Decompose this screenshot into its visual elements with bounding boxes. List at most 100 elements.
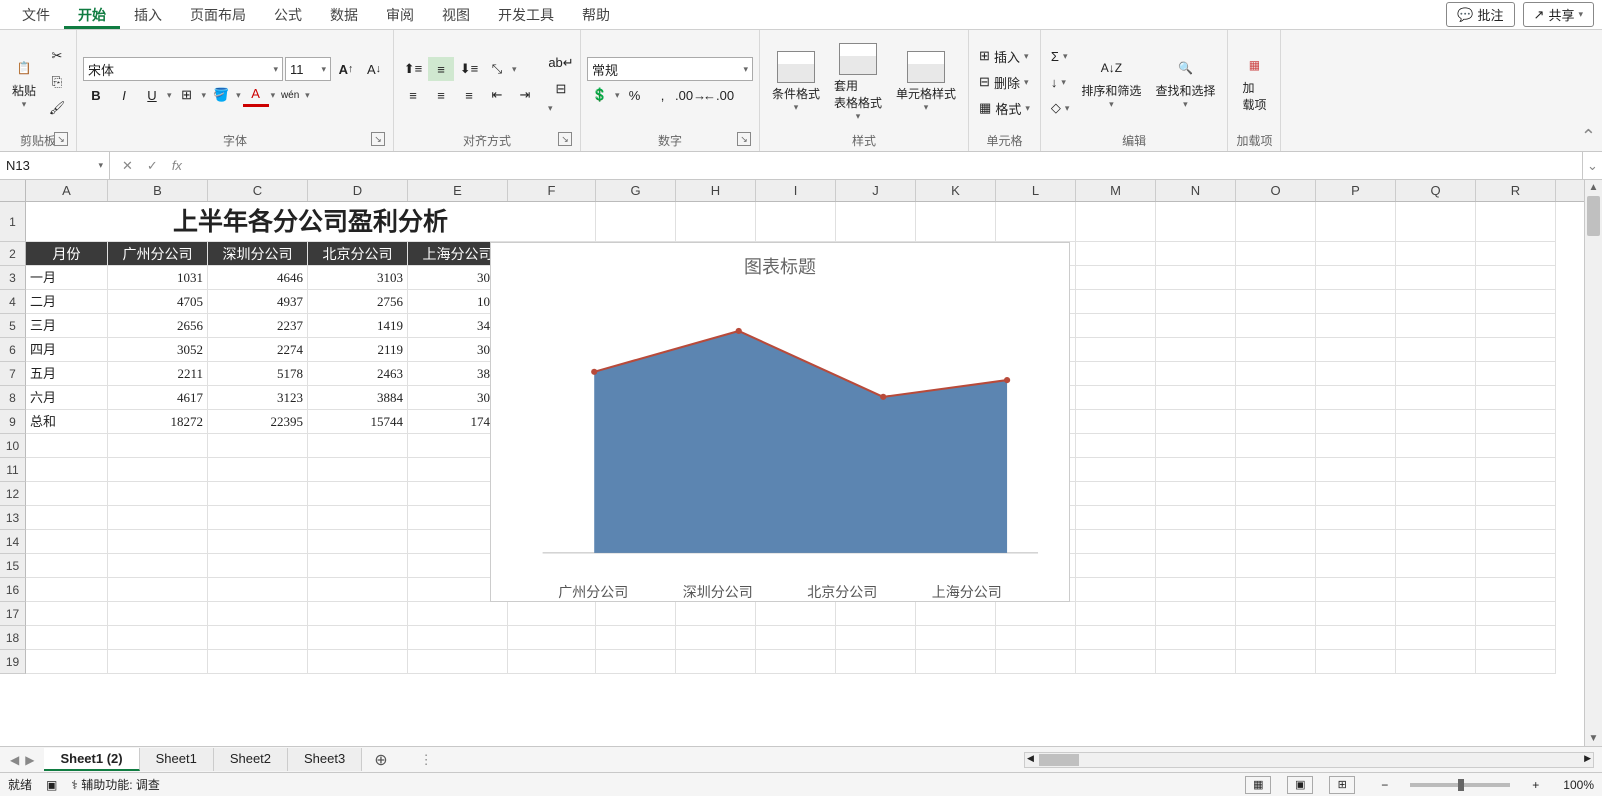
cell[interactable] xyxy=(1396,602,1476,626)
worksheet-grid[interactable]: A B C D E F G H I J K L M N O P Q R 1上半年… xyxy=(0,180,1584,746)
border-button[interactable]: ⊞ xyxy=(174,83,200,107)
cell[interactable] xyxy=(756,202,836,242)
cell[interactable] xyxy=(1156,626,1236,650)
orientation-button[interactable]: ⤡ xyxy=(484,57,510,81)
cell[interactable] xyxy=(208,578,308,602)
cell[interactable]: 六月 xyxy=(26,386,108,410)
row-header[interactable]: 1 xyxy=(0,202,26,242)
cell[interactable] xyxy=(1316,362,1396,386)
cell[interactable] xyxy=(1396,578,1476,602)
cell[interactable] xyxy=(1156,578,1236,602)
cell[interactable] xyxy=(1156,602,1236,626)
cell[interactable] xyxy=(1076,434,1156,458)
font-size-select[interactable]: 11▾ xyxy=(285,57,331,81)
cell[interactable] xyxy=(1236,290,1316,314)
cell[interactable] xyxy=(508,602,596,626)
cell[interactable]: 2237 xyxy=(208,314,308,338)
cell[interactable] xyxy=(308,554,408,578)
cell[interactable] xyxy=(1236,578,1316,602)
horizontal-scrollbar[interactable]: ◀ ▶ xyxy=(1024,752,1594,768)
cell[interactable] xyxy=(1476,554,1556,578)
cell[interactable] xyxy=(1236,338,1316,362)
font-name-select[interactable]: 宋体▾ xyxy=(83,57,283,81)
cell[interactable] xyxy=(1076,506,1156,530)
cell[interactable] xyxy=(1316,202,1396,242)
fill-color-button[interactable]: 🪣 xyxy=(208,83,234,107)
accounting-button[interactable]: 💲 xyxy=(587,83,613,107)
col-header[interactable]: F xyxy=(508,180,596,201)
decrease-indent-button[interactable]: ⇤ xyxy=(484,83,510,107)
new-sheet-button[interactable]: ⊕ xyxy=(362,750,399,770)
cell[interactable] xyxy=(596,626,676,650)
header-cell[interactable]: 深圳分公司 xyxy=(208,242,308,266)
cell[interactable] xyxy=(1476,602,1556,626)
col-header[interactable]: G xyxy=(596,180,676,201)
cell[interactable] xyxy=(1236,482,1316,506)
sheet-tab[interactable]: Sheet2 xyxy=(214,748,288,771)
cell[interactable] xyxy=(208,482,308,506)
cell[interactable] xyxy=(308,458,408,482)
row-header[interactable]: 12 xyxy=(0,482,26,506)
cell[interactable] xyxy=(1076,314,1156,338)
row-header[interactable]: 11 xyxy=(0,458,26,482)
cell[interactable] xyxy=(676,202,756,242)
cell[interactable] xyxy=(596,602,676,626)
col-header[interactable]: I xyxy=(756,180,836,201)
row-header[interactable]: 18 xyxy=(0,626,26,650)
cell[interactable] xyxy=(26,650,108,674)
cell[interactable] xyxy=(1476,434,1556,458)
prev-sheet-button[interactable]: ◀ xyxy=(10,753,19,767)
name-box[interactable]: N13▾ xyxy=(0,152,110,179)
vertical-scrollbar[interactable]: ▲ ▼ xyxy=(1584,180,1602,746)
cell[interactable] xyxy=(108,578,208,602)
cell[interactable] xyxy=(836,202,916,242)
cell[interactable] xyxy=(756,650,836,674)
cell[interactable]: 2274 xyxy=(208,338,308,362)
cell[interactable] xyxy=(1156,386,1236,410)
macro-record-icon[interactable]: ▣ xyxy=(46,778,57,792)
accessibility-status[interactable]: ⚕ 辅助功能: 调查 xyxy=(71,776,160,793)
cell[interactable] xyxy=(1156,338,1236,362)
align-launcher[interactable]: ↘ xyxy=(558,132,572,146)
cell[interactable] xyxy=(996,602,1076,626)
cell[interactable] xyxy=(1236,362,1316,386)
comma-button[interactable]: , xyxy=(650,83,676,107)
cell[interactable] xyxy=(26,458,108,482)
cell[interactable] xyxy=(1236,506,1316,530)
cell[interactable] xyxy=(308,506,408,530)
tab-insert[interactable]: 插入 xyxy=(120,1,176,29)
normal-view-button[interactable]: ▦ xyxy=(1245,776,1271,794)
cell[interactable] xyxy=(1476,506,1556,530)
clear-button[interactable]: ◇ ▾ xyxy=(1047,96,1074,120)
cell[interactable]: 二月 xyxy=(26,290,108,314)
cell[interactable] xyxy=(1396,386,1476,410)
cell[interactable] xyxy=(108,650,208,674)
cell[interactable] xyxy=(1156,530,1236,554)
cell[interactable] xyxy=(1076,202,1156,242)
cell[interactable] xyxy=(108,506,208,530)
cell[interactable] xyxy=(1316,386,1396,410)
row-header[interactable]: 15 xyxy=(0,554,26,578)
cell[interactable] xyxy=(1236,602,1316,626)
cut-button[interactable]: ✂ xyxy=(44,44,70,68)
cell[interactable] xyxy=(756,626,836,650)
cancel-formula-button[interactable]: ✕ xyxy=(122,158,133,174)
cell[interactable] xyxy=(108,554,208,578)
cell[interactable] xyxy=(1076,626,1156,650)
cell[interactable]: 2756 xyxy=(308,290,408,314)
cell[interactable] xyxy=(836,650,916,674)
font-launcher[interactable]: ↘ xyxy=(371,132,385,146)
share-button[interactable]: ↗ 共享 ▾ xyxy=(1523,2,1594,27)
cell[interactable]: 1419 xyxy=(308,314,408,338)
cell[interactable] xyxy=(996,202,1076,242)
cell[interactable] xyxy=(208,458,308,482)
align-right-button[interactable]: ≡ xyxy=(456,83,482,107)
scroll-left-arrow[interactable]: ◀ xyxy=(1027,753,1034,764)
cell[interactable] xyxy=(408,626,508,650)
autosum-button[interactable]: Σ ▾ xyxy=(1047,44,1074,68)
cell[interactable] xyxy=(1076,386,1156,410)
embedded-chart[interactable]: 图表标题 广州分公司 深圳分公司 北京分公司 上海分公司 xyxy=(490,242,1070,602)
tab-developer[interactable]: 开发工具 xyxy=(484,1,568,29)
cell[interactable] xyxy=(1236,386,1316,410)
tab-file[interactable]: 文件 xyxy=(8,1,64,29)
